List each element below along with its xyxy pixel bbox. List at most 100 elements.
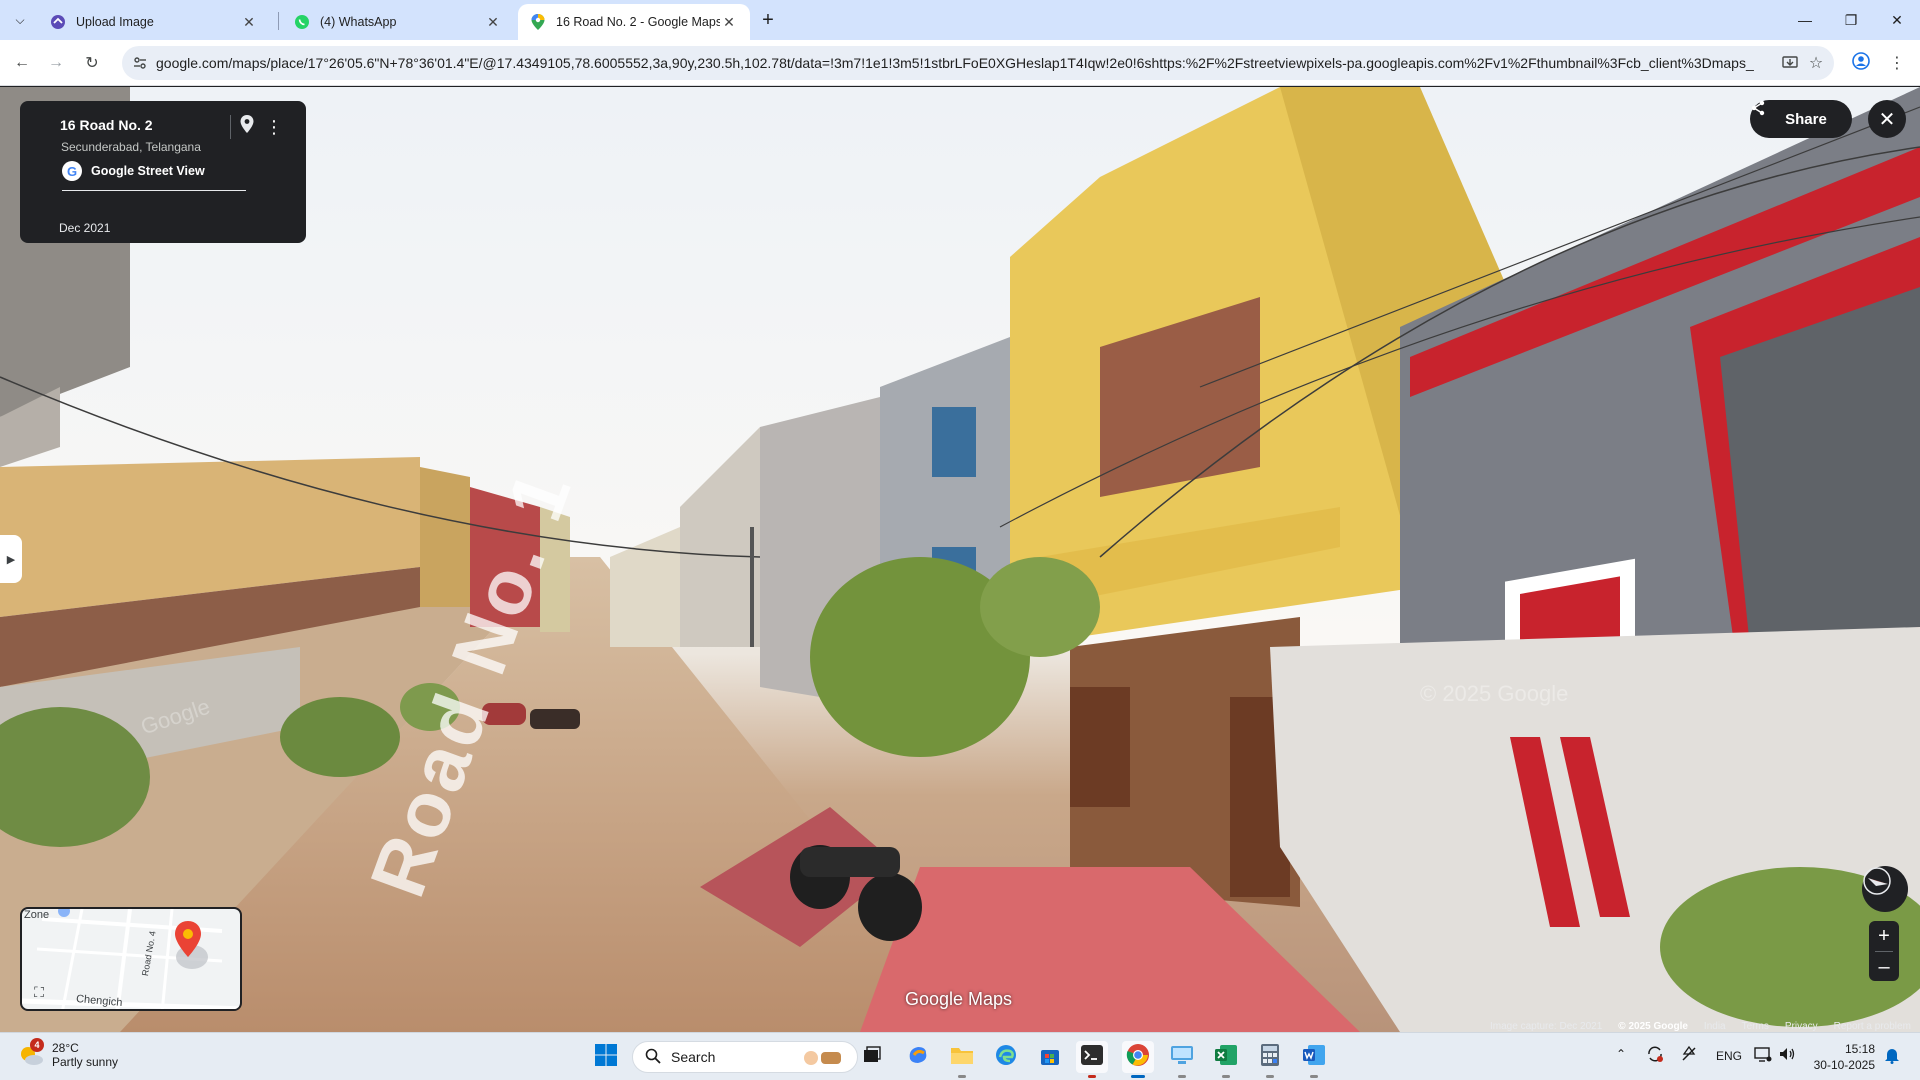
running-indicator (1088, 1075, 1096, 1078)
copilot-icon (906, 1043, 930, 1072)
close-street-view-button[interactable]: ✕ (1868, 100, 1906, 138)
remote-desktop-button[interactable] (1166, 1041, 1198, 1078)
edge-icon (994, 1043, 1018, 1072)
tab-close-icon[interactable]: ✕ (484, 13, 502, 31)
chrome-icon (1126, 1043, 1150, 1072)
tab-close-icon[interactable]: ✕ (720, 13, 738, 31)
expand-icon: ⛶ (34, 983, 44, 1000)
compass-button[interactable] (1862, 866, 1908, 912)
share-label: Share (1785, 110, 1827, 128)
mini-map[interactable]: Zone Road No. 4 Chengich ⛶ (20, 907, 242, 1011)
chrome-button[interactable] (1122, 1041, 1154, 1078)
bookmark-star-icon[interactable]: ☆ (1806, 53, 1826, 73)
google-maps-watermark: Google Maps (905, 989, 1013, 1009)
weather-condition: Partly sunny (52, 1055, 119, 1069)
capture-date[interactable]: Dec 2021 (59, 221, 110, 235)
plus-icon: + (1878, 924, 1890, 947)
chrome-menu-button[interactable]: ⋮ (1885, 51, 1909, 75)
tab-title: (4) WhatsApp (320, 15, 397, 29)
running-indicator (958, 1075, 966, 1078)
share-button[interactable]: Share (1750, 100, 1852, 138)
site-info-icon[interactable] (132, 55, 148, 71)
street-view-panorama[interactable]: Road No. 1 © 2025 Google Google 16 Road … (0, 87, 1920, 1032)
taskbar-search-box[interactable]: Search (632, 1041, 858, 1073)
reload-button[interactable]: ↻ (78, 49, 106, 77)
address-bar[interactable]: google.com/maps/place/17°26'05.6"N+78°36… (122, 46, 1834, 80)
volume-icon[interactable] (1778, 1045, 1796, 1066)
partly-sunny-icon: 4 (18, 1038, 44, 1068)
language-indicator[interactable]: ENG (1716, 1049, 1742, 1063)
url-text[interactable]: google.com/maps/place/17°26'05.6"N+78°36… (156, 55, 1754, 71)
weather-widget[interactable]: 4 28°C Partly sunny (18, 1038, 119, 1069)
task-view-icon (862, 1045, 882, 1070)
tab-search-button[interactable]: ⌵ (8, 8, 32, 32)
sync-status-icon[interactable] (1646, 1045, 1664, 1066)
tab-google-maps[interactable]: 16 Road No. 2 - Google Maps ✕ (518, 4, 750, 40)
upload-image-favicon-icon (50, 14, 66, 30)
location-off-icon[interactable] (1680, 1045, 1698, 1066)
close-icon: ✕ (1878, 108, 1896, 131)
country-label[interactable]: India (1704, 1021, 1726, 1032)
terminal-button[interactable] (1076, 1041, 1108, 1078)
report-problem-link[interactable]: Report a problem (1834, 1021, 1911, 1032)
system-clock[interactable]: 15:18 30-10-2025 (1805, 1041, 1875, 1073)
microsoft-store-button[interactable] (1034, 1041, 1066, 1073)
expand-side-panel-button[interactable]: ▶ (0, 535, 22, 583)
edge-button[interactable] (990, 1041, 1022, 1073)
tab-upload-image[interactable]: Upload Image ✕ (38, 4, 270, 40)
zoom-in-button[interactable]: + (1869, 921, 1899, 951)
chevron-right-icon: ▶ (6, 553, 16, 566)
terminal-icon (1080, 1044, 1104, 1071)
running-indicator (1266, 1075, 1274, 1078)
show-location-button[interactable] (240, 115, 262, 139)
image-capture-label: Image capture: Dec 2021 (1490, 1021, 1603, 1032)
word-icon (1302, 1043, 1326, 1072)
profile-button[interactable] (1849, 51, 1873, 75)
expand-map-button[interactable]: ⛶ (28, 981, 50, 1003)
place-title[interactable]: 16 Road No. 2 (60, 117, 153, 133)
chevron-down-icon: ⌵ (15, 12, 25, 27)
copilot-button[interactable] (902, 1041, 934, 1073)
tab-close-icon[interactable]: ✕ (240, 13, 258, 31)
close-window-button[interactable]: ✕ (1874, 0, 1920, 40)
remote-desktop-icon (1170, 1044, 1194, 1071)
zoom-out-button[interactable]: – (1869, 952, 1899, 982)
terms-link[interactable]: Terms (1742, 1021, 1769, 1032)
more-options-button[interactable]: ⋮ (265, 115, 283, 139)
calculator-button[interactable] (1254, 1041, 1286, 1078)
whatsapp-icon (294, 14, 310, 30)
browser-toolbar: ← → ↻ google.com/maps/place/17°26'05.6"N… (0, 40, 1920, 86)
arrow-left-icon: ← (14, 54, 30, 71)
start-button[interactable] (590, 1041, 622, 1073)
file-explorer-button[interactable] (946, 1041, 978, 1078)
location-info-card: 16 Road No. 2 Secunderabad, Telangana G … (20, 101, 306, 243)
back-button[interactable]: ← (8, 49, 36, 77)
notification-badge: 4 (30, 1038, 44, 1052)
arrow-right-icon: → (48, 54, 64, 71)
search-icon (645, 1048, 661, 1067)
chevron-up-icon: ⌃ (1616, 1047, 1627, 1061)
minimize-button[interactable]: — (1782, 0, 1828, 40)
tab-whatsapp[interactable]: (4) WhatsApp ✕ (282, 4, 514, 40)
install-app-icon[interactable] (1780, 53, 1800, 73)
privacy-link[interactable]: Privacy (1785, 1021, 1818, 1032)
excel-button[interactable] (1210, 1041, 1242, 1078)
temperature: 28°C (52, 1041, 79, 1055)
attribution-bar: Image capture: Dec 2021 © 2025 Google In… (1490, 1021, 1911, 1032)
task-view-button[interactable] (856, 1041, 888, 1073)
word-button[interactable] (1298, 1041, 1330, 1078)
store-bag-icon (1039, 1044, 1061, 1071)
running-indicator (1310, 1075, 1318, 1078)
tab-title: 16 Road No. 2 - Google Maps (556, 15, 720, 29)
network-icon[interactable] (1754, 1045, 1772, 1066)
new-tab-button[interactable]: + (756, 8, 780, 32)
windows-logo-icon (594, 1043, 618, 1072)
forward-button[interactable]: → (42, 49, 70, 77)
restore-icon: ❐ (1844, 11, 1858, 28)
restore-button[interactable]: ❐ (1828, 0, 1874, 40)
notifications-bell-icon[interactable] (1884, 1046, 1900, 1067)
kebab-menu-icon: ⋮ (265, 116, 283, 137)
tab-separator (278, 12, 279, 30)
show-hidden-icons-button[interactable]: ⌃ (1616, 1047, 1626, 1061)
plus-icon: + (762, 8, 774, 31)
